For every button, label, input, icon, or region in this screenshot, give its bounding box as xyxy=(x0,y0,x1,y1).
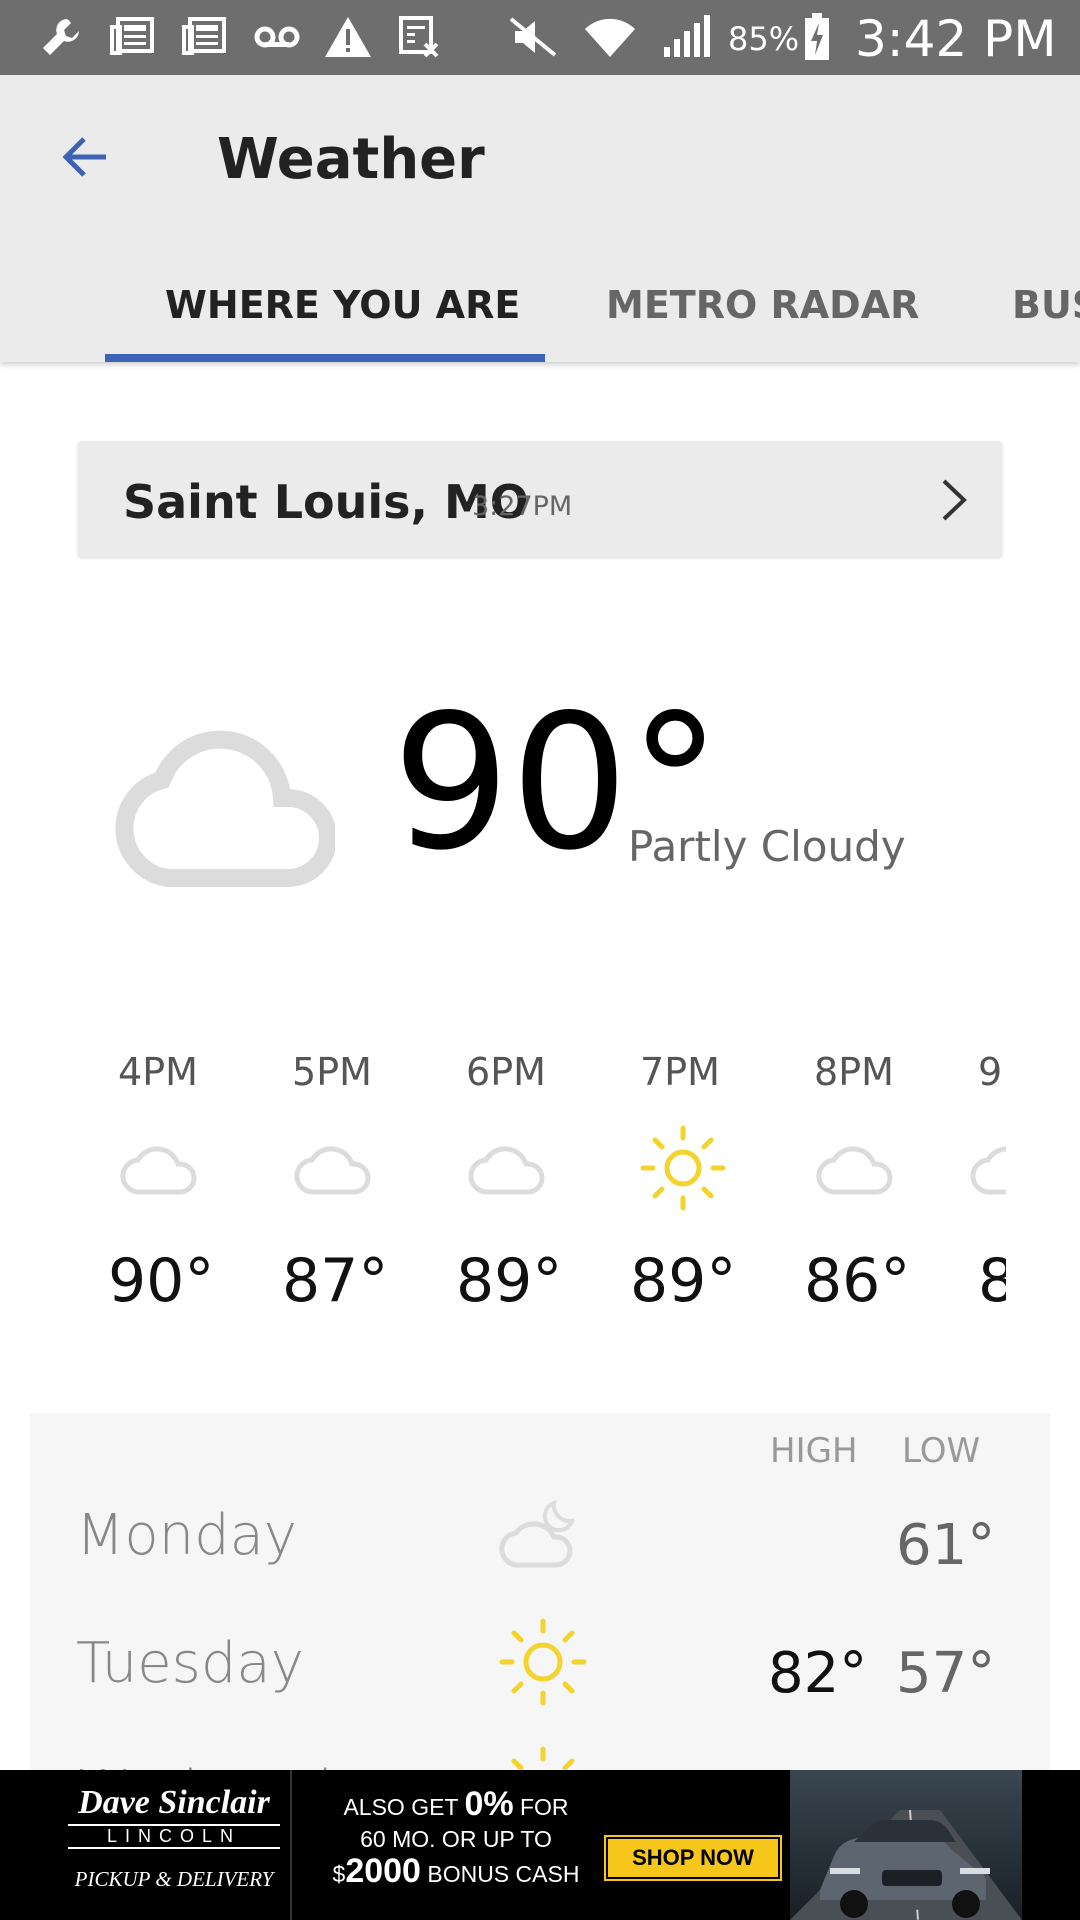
page-title: Weather xyxy=(217,127,485,192)
cloud-icon xyxy=(120,1146,197,1195)
tab-where-you-are[interactable]: WHERE YOU ARE xyxy=(165,275,520,362)
hourly-item: 5PM 87° xyxy=(282,1040,442,1320)
status-clock: 3:42 PM xyxy=(855,10,1057,68)
warning-icon xyxy=(322,14,374,60)
hourly-item: 6PM 89° xyxy=(456,1040,616,1320)
news-icon xyxy=(180,14,230,60)
chevron-right-icon xyxy=(942,479,967,521)
location-name: Saint Louis, MO xyxy=(123,475,529,529)
day-name: Tuesday xyxy=(76,1631,304,1696)
battery-charging-icon xyxy=(800,13,834,60)
tab-indicator xyxy=(105,354,545,362)
shop-now-button[interactable]: SHOP NOW xyxy=(606,1837,780,1879)
sun-icon xyxy=(640,1125,726,1211)
hour-time: 9 xyxy=(978,1050,1003,1094)
cloud-icon xyxy=(115,730,335,887)
hourly-item: 7PM 89° xyxy=(630,1040,790,1320)
day-low: 57° xyxy=(896,1641,996,1706)
sun-icon xyxy=(499,1618,587,1706)
hourly-item: 9 8 xyxy=(970,1040,1006,1320)
status-bar: 85% 3:42 PM xyxy=(0,0,1080,75)
ad-brand-name: Dave Sinclair xyxy=(78,1784,270,1821)
tab-bus[interactable]: BUS xyxy=(1012,275,1080,362)
tab-metro-radar[interactable]: METRO RADAR xyxy=(606,275,919,362)
location-updated-time: 3:27PM xyxy=(472,491,573,522)
wrench-icon xyxy=(34,14,88,60)
hourly-item: 8PM 86° xyxy=(804,1040,964,1320)
advertiser-logo: Dave Sinclair LINCOLN PICKUP & DELIVERY xyxy=(68,1784,280,1906)
hour-time: 7PM xyxy=(640,1050,720,1094)
sun-icon xyxy=(511,1746,575,1773)
current-condition: Partly Cloudy xyxy=(628,822,906,871)
arrow-left-icon xyxy=(62,137,106,177)
hour-temp: 8 xyxy=(978,1246,1006,1316)
ad-copy: ALSO GET 0% FOR 60 MO. OR UP TO $2000 BO… xyxy=(306,1785,606,1890)
hourly-forecast[interactable]: 4PM 90° 5PM 87° 6PM 89° 7PM 89° 8PM 86° … xyxy=(108,1040,1006,1320)
partly-cloudy-night-icon xyxy=(499,1499,576,1568)
ad-copy-highlight: 2000 xyxy=(345,1852,421,1890)
signal-icon xyxy=(660,14,712,60)
hour-temp: 87° xyxy=(282,1246,389,1316)
app-bar: Weather WHERE YOU ARE METRO RADAR BUS xyxy=(0,75,1080,362)
battery-percent: 85% xyxy=(728,20,800,58)
daily-forecast: HIGH LOW Monday 61° Tuesday 82° 57° Wedn… xyxy=(30,1413,1050,1773)
cloud-icon xyxy=(468,1146,545,1195)
low-column-header: LOW xyxy=(902,1431,981,1471)
ad-copy-highlight: 0% xyxy=(464,1785,514,1823)
ad-divider xyxy=(290,1770,292,1920)
ad-brand-make: LINCOLN xyxy=(68,1824,280,1849)
high-column-header: HIGH xyxy=(770,1431,858,1471)
cloud-icon xyxy=(816,1146,893,1195)
wifi-icon xyxy=(582,14,638,60)
hour-temp: 89° xyxy=(456,1246,563,1316)
hour-time: 8PM xyxy=(814,1050,894,1094)
ad-copy-text: $ xyxy=(332,1861,346,1887)
hour-time: 4PM xyxy=(118,1050,198,1094)
daily-row[interactable]: Tuesday 82° 57° xyxy=(30,1611,1050,1739)
ad-copy-text: ALSO GET xyxy=(343,1794,465,1820)
ad-brand-tagline: PICKUP & DELIVERY xyxy=(74,1867,274,1891)
ad-copy-text: 60 MO. OR UP TO xyxy=(360,1826,552,1852)
cloud-icon xyxy=(970,1146,1006,1195)
hour-temp: 86° xyxy=(804,1246,911,1316)
back-button[interactable] xyxy=(48,121,120,193)
day-name: Monday xyxy=(76,1503,298,1568)
cloud-icon xyxy=(294,1146,371,1195)
mute-icon xyxy=(506,14,560,60)
day-high: 82° xyxy=(768,1641,868,1706)
car-icon xyxy=(790,1809,1022,1920)
tab-bar: WHERE YOU ARE METRO RADAR BUS xyxy=(0,275,1080,362)
hour-time: 5PM xyxy=(292,1050,372,1094)
hour-time: 6PM xyxy=(466,1050,546,1094)
voicemail-icon xyxy=(252,14,302,60)
ad-copy-text: FOR xyxy=(513,1794,569,1820)
location-selector[interactable]: Saint Louis, MO 3:27PM xyxy=(78,441,1002,557)
hourly-item: 4PM 90° xyxy=(108,1040,268,1320)
daily-row[interactable]: Monday 61° xyxy=(30,1483,1050,1611)
hour-temp: 90° xyxy=(108,1246,215,1316)
ad-car-image xyxy=(790,1770,1022,1920)
ad-banner[interactable]: Dave Sinclair LINCOLN PICKUP & DELIVERY … xyxy=(0,1770,1080,1920)
daily-row[interactable]: Wednesday xyxy=(30,1739,1050,1773)
ad-copy-text: BONUS CASH xyxy=(420,1861,580,1887)
news-icon xyxy=(108,14,158,60)
hour-temp: 89° xyxy=(630,1246,737,1316)
day-low: 61° xyxy=(896,1513,996,1578)
calendar-x-icon xyxy=(396,14,444,60)
